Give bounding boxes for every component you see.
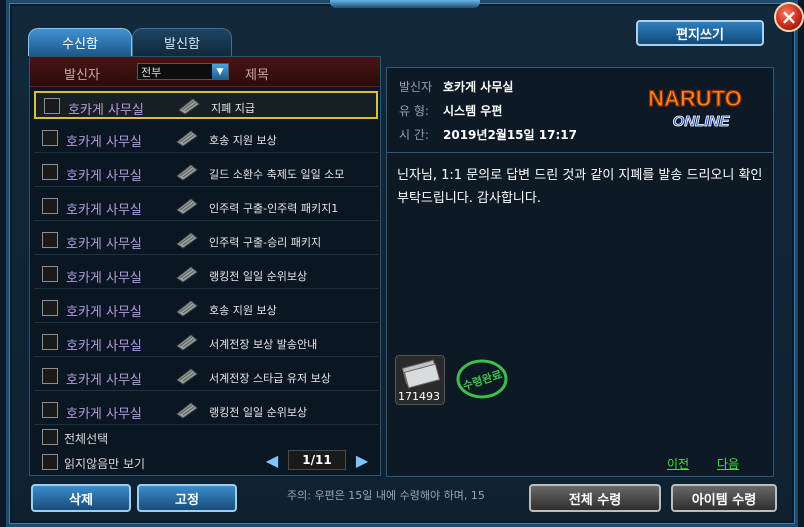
mail-row-checkbox[interactable] xyxy=(42,334,58,350)
mail-row-checkbox[interactable] xyxy=(44,98,60,114)
detail-divider xyxy=(387,152,773,153)
detail-type-label: 유 형: xyxy=(399,104,429,118)
next-mail-link[interactable]: 다음 xyxy=(717,455,739,472)
sender-filter-select[interactable]: 전부 ▼ xyxy=(137,63,229,80)
mail-row-checkbox[interactable] xyxy=(42,164,58,180)
scroll-mail-icon xyxy=(176,198,198,215)
mail-row[interactable]: 호카게 사무실 인주력 구출-승리 패키지 xyxy=(34,227,378,255)
received-stamp: 수령완료 xyxy=(456,359,508,399)
list-header: 발신자 전부 ▼ 제목 xyxy=(30,57,380,87)
mail-row-subject: 지폐 지급 xyxy=(211,102,255,115)
mail-row-subject: 길드 소환수 축제도 일일 소모 xyxy=(209,168,345,181)
detail-sender-label: 발신자 xyxy=(399,80,433,94)
mail-row-subject: 호송 지원 보상 xyxy=(209,134,277,147)
detail-type-value: 시스템 우편 xyxy=(443,104,503,118)
delete-button[interactable]: 삭제 xyxy=(31,484,131,512)
mail-row[interactable]: 호카게 사무실 호송 지원 보상 xyxy=(34,125,378,153)
scroll-mail-icon xyxy=(176,266,198,283)
scroll-mail-icon xyxy=(176,300,198,317)
select-all-checkbox[interactable] xyxy=(42,429,58,445)
mail-row-subject: 서계전장 스타급 유저 보상 xyxy=(209,372,331,385)
naruto-online-logo: NARUTO ONLINE xyxy=(648,85,743,130)
mail-row-subject: 서계전장 보상 발송안내 xyxy=(209,338,318,351)
bottom-toolbar: 삭제 고정 주의: 우편은 15일 내에 수령해야 하며, 15 전체 수령 아… xyxy=(29,480,777,514)
scroll-mail-icon xyxy=(176,334,198,351)
mail-row-checkbox[interactable] xyxy=(42,300,58,316)
mail-row-subject: 랭킹전 일일 순위보상 xyxy=(209,270,308,283)
mail-row-subject: 랭킹전 일일 순위보상 xyxy=(209,406,308,419)
mail-row-checkbox[interactable] xyxy=(42,130,58,146)
sender-filter-value: 전부 xyxy=(141,65,162,79)
scroll-mail-icon xyxy=(176,368,198,385)
mail-row[interactable]: 호카게 사무실 랭킹전 일일 순위보상 xyxy=(34,261,378,289)
mail-row-sender: 호카게 사무실 xyxy=(66,169,142,184)
unread-only-checkbox[interactable] xyxy=(42,454,58,470)
unread-only-label: 읽지않음만 보기 xyxy=(64,457,146,471)
expiry-notice: 주의: 우편은 15일 내에 수령해야 하며, 15 xyxy=(287,489,485,502)
mail-row[interactable]: 호카게 사무실 호송 지원 보상 xyxy=(34,295,378,323)
mail-row-sender: 호카게 사무실 xyxy=(66,373,142,388)
mail-row-checkbox[interactable] xyxy=(42,402,58,418)
next-page-icon[interactable]: ▶ xyxy=(352,451,372,470)
mail-row-subject: 인주력 구출-승리 패키지 xyxy=(209,236,322,249)
attachment-item-slot[interactable]: 171493 xyxy=(395,355,445,405)
prev-page-icon[interactable]: ◀ xyxy=(262,451,282,470)
logo-line2: ONLINE xyxy=(673,113,731,130)
pagination: ◀ 1/11 ▶ xyxy=(256,449,378,471)
receive-item-button[interactable]: 아이템 수령 xyxy=(671,484,777,512)
mail-row-checkbox[interactable] xyxy=(42,368,58,384)
detail-sender-value: 호카게 사무실 xyxy=(443,80,514,94)
mail-row-sender: 호카게 사무실 xyxy=(66,237,142,252)
mail-row-checkbox[interactable] xyxy=(42,232,58,248)
logo-line1: NARUTO xyxy=(648,86,742,111)
mail-row[interactable]: 호카게 사무실 인주력 구출-인주력 패키지1 xyxy=(34,193,378,221)
scroll-mail-icon xyxy=(178,98,200,115)
mail-row-sender: 호카게 사무실 xyxy=(66,271,142,286)
mail-row-checkbox[interactable] xyxy=(42,198,58,214)
tab-inbox[interactable]: 수신함 xyxy=(28,28,132,56)
stamp-text: 수령완료 xyxy=(461,368,504,393)
prev-mail-link[interactable]: 이전 xyxy=(667,455,689,472)
mail-body: 닌자님, 1:1 문의로 답변 드린 것과 같이 지폐를 발송 드리오니 확인 … xyxy=(397,168,763,206)
mail-row-checkbox[interactable] xyxy=(42,266,58,282)
mail-row[interactable]: 호카게 사무실 지폐 지급 xyxy=(34,91,378,119)
detail-time-label: 시 간: xyxy=(399,128,429,142)
tab-sent[interactable]: 발신함 xyxy=(132,28,232,56)
mail-row-sender: 호카게 사무실 xyxy=(68,103,144,118)
mail-row-subject: 인주력 구출-인주력 패키지1 xyxy=(209,202,339,215)
scroll-mail-icon xyxy=(176,164,198,181)
write-mail-button[interactable]: 편지쓰기 xyxy=(636,20,764,46)
chevron-down-icon[interactable]: ▼ xyxy=(212,64,228,79)
mail-row[interactable]: 호카게 사무실 길드 소환수 축제도 일일 소모 xyxy=(34,159,378,187)
mail-row-sender: 호카게 사무실 xyxy=(66,339,142,354)
select-all-label: 전체선택 xyxy=(64,432,109,446)
mail-row-sender: 호카게 사무실 xyxy=(66,305,142,320)
mail-list-panel: 발신자 전부 ▼ 제목 호카게 사무실 지폐 지급 호카게 사무실 호송 지원 보상 호… xyxy=(29,56,381,476)
header-subject-label: 제목 xyxy=(245,68,269,83)
title-ornament xyxy=(330,0,480,8)
receive-all-button[interactable]: 전체 수령 xyxy=(529,484,661,512)
mail-row-sender: 호카게 사무실 xyxy=(66,135,142,150)
mail-row-sender: 호카게 사무실 xyxy=(66,203,142,218)
mail-detail-panel: 발신자 호카게 사무실 유 형: 시스템 우편 시 간: 2019년2월15일 … xyxy=(386,67,774,477)
header-sender-label: 발신자 xyxy=(64,68,100,83)
mail-row[interactable]: 호카게 사무실 서계전장 보상 발송안내 xyxy=(34,329,378,357)
close-button[interactable]: × xyxy=(774,2,804,32)
pin-button[interactable]: 고정 xyxy=(137,484,237,512)
scroll-mail-icon xyxy=(176,130,198,147)
scroll-mail-icon xyxy=(176,232,198,249)
item-count: 171493 xyxy=(398,390,440,403)
mail-row[interactable]: 호카게 사무실 랭킹전 일일 순위보상 xyxy=(34,397,378,425)
detail-time-value: 2019년2월15일 17:17 xyxy=(443,128,577,142)
page-indicator: 1/11 xyxy=(288,450,346,470)
scroll-mail-icon xyxy=(176,402,198,419)
banknote-icon xyxy=(401,359,441,389)
mail-row-subject: 호송 지원 보상 xyxy=(209,304,277,317)
mail-row[interactable]: 호카게 사무실 서계전장 스타급 유저 보상 xyxy=(34,363,378,391)
mail-row-sender: 호카게 사무실 xyxy=(66,407,142,422)
